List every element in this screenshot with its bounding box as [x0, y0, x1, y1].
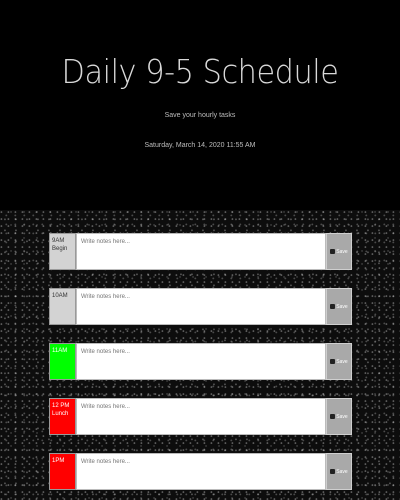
save-icon [330, 249, 336, 254]
save-icon [330, 469, 336, 474]
save-label: Save [336, 468, 348, 475]
save-button[interactable]: Save [326, 453, 352, 490]
time-block-row: 1PM Save [49, 453, 352, 490]
save-label: Save [336, 413, 348, 420]
save-icon [330, 414, 336, 419]
hour-label: 1PM [49, 453, 76, 490]
time-block-row: 9AM Begin Save [49, 233, 352, 270]
hour-label: 11AM [49, 343, 76, 380]
hour-label: 10AM [49, 288, 76, 325]
save-label: Save [336, 303, 348, 310]
save-label: Save [336, 358, 348, 365]
page: Daily 9-5 Schedule Save your hourly task… [0, 0, 400, 500]
notes-input[interactable] [76, 343, 326, 380]
save-button[interactable]: Save [326, 233, 352, 270]
time-block-row: 12 PM Lunch Save [49, 398, 352, 435]
hour-label: 12 PM Lunch [49, 398, 76, 435]
save-button[interactable]: Save [326, 288, 352, 325]
time-block-row: 10AM Save [49, 288, 352, 325]
page-subtitle: Save your hourly tasks [164, 112, 236, 119]
header: Daily 9-5 Schedule Save your hourly task… [0, 0, 400, 210]
notes-input[interactable] [76, 233, 326, 270]
save-label: Save [336, 248, 348, 255]
save-button[interactable]: Save [326, 398, 352, 435]
time-block-row: 11AM Save [49, 343, 352, 380]
schedule-container: 9AM Begin Save 10AM Save 11AM Save [0, 210, 400, 500]
save-icon [330, 359, 336, 364]
notes-input[interactable] [76, 288, 326, 325]
page-title: Daily 9-5 Schedule [61, 52, 339, 91]
hour-label: 9AM Begin [49, 233, 76, 270]
save-icon [330, 304, 336, 309]
current-datetime: Saturday, March 14, 2020 11:55 AM [144, 142, 256, 149]
save-button[interactable]: Save [326, 343, 352, 380]
notes-input[interactable] [76, 453, 326, 490]
notes-input[interactable] [76, 398, 326, 435]
